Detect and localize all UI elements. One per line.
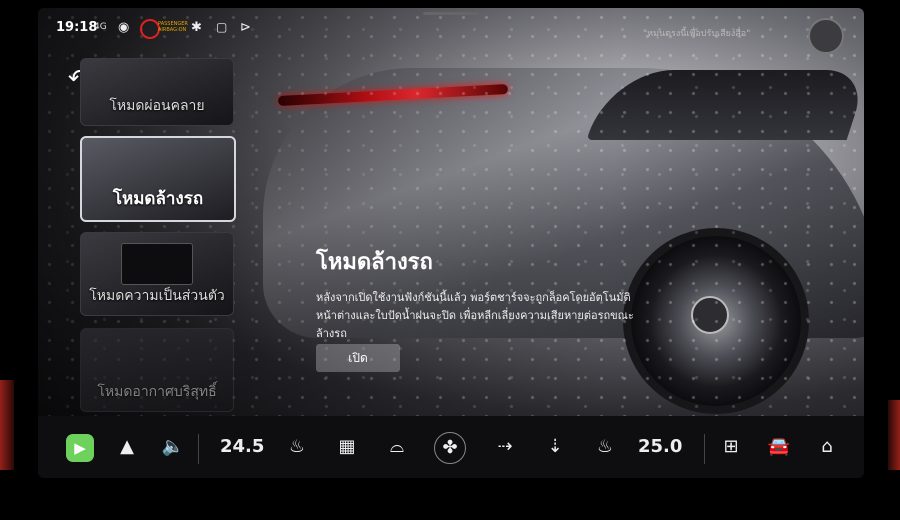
screen-cast-icon[interactable]: ▢ — [216, 20, 227, 34]
play-circle-icon[interactable]: ⊳ — [240, 20, 251, 35]
status-bar: 19:18 4G ◉ PASSENGER AIRBAG ON ✱ ▢ ⊳ "หม… — [38, 8, 864, 54]
climate-dock: ▶ ▲ 🔈 24.5 ♨ ▦ ⌓ ✤ ⇢ ⇣ ♨ 25.0 ⊞ 🚘 ⌂ — [38, 416, 864, 478]
mode-card-label: โหมดอากาศบริสุทธิ์ — [97, 384, 217, 400]
mode-card-relax[interactable]: โหมดผ่อนคลาย — [80, 58, 234, 126]
bluetooth-icon[interactable]: ✱ — [191, 20, 202, 35]
defrost-front-icon[interactable]: ⌓ — [384, 434, 410, 460]
temperature-right[interactable]: 25.0 — [638, 434, 682, 460]
mode-card-label: โหมดผ่อนคลาย — [109, 98, 205, 114]
temperature-left[interactable]: 24.5 — [220, 434, 264, 460]
mode-card-label: โหมดล้างรถ — [112, 189, 204, 209]
airflow-feet-icon[interactable]: ⇣ — [542, 434, 568, 460]
mode-detail-panel: โหมดล้างรถ หลังจากเปิดใช้งานฟังก์ชันนี้แ… — [316, 244, 646, 343]
mode-card-privacy[interactable]: โหมดความเป็นส่วนตัว — [80, 232, 234, 316]
passenger-airbag-indicator: PASSENGER AIRBAG ON — [140, 19, 188, 39]
infotainment-screen: 19:18 4G ◉ PASSENGER AIRBAG ON ✱ ▢ ⊳ "หม… — [38, 8, 864, 478]
carplay-icon[interactable]: ▶ — [66, 434, 94, 462]
airbag-indicator-text: PASSENGER AIRBAG ON — [158, 21, 188, 33]
mode-detail-title: โหมดล้างรถ — [316, 250, 433, 275]
camera-icon[interactable]: ◉ — [118, 20, 129, 35]
bezel-ambient-light-left — [0, 380, 14, 470]
airbag-warning-icon — [140, 19, 160, 39]
defrost-rear-icon[interactable]: ▦ — [334, 434, 360, 460]
clock: 19:18 — [56, 20, 98, 35]
mode-card-label: โหมดความเป็นส่วนตัว — [89, 288, 225, 304]
apps-grid-icon[interactable]: ⊞ — [718, 434, 744, 460]
mode-card-fresh-air[interactable]: โหมดอากาศบริสุทธิ์ — [80, 328, 234, 412]
seat-heat-right-icon[interactable]: ♨ — [592, 434, 618, 460]
pull-down-handle[interactable] — [423, 12, 479, 15]
seat-heat-icon[interactable]: ♨ — [284, 434, 310, 460]
user-profile-avatar[interactable] — [808, 18, 844, 54]
enable-car-wash-button[interactable]: เปิด — [316, 344, 400, 372]
dock-divider — [198, 434, 199, 464]
home-icon[interactable]: ⌂ — [814, 434, 840, 460]
mode-detail-description: หลังจากเปิดใช้งานฟังก์ชันนี้แล้ว พอร์ตชา… — [316, 291, 634, 340]
volume-icon[interactable]: 🔈 — [158, 434, 188, 460]
android-auto-icon[interactable]: ▲ — [114, 434, 140, 460]
airflow-face-icon[interactable]: ⇢ — [492, 434, 518, 460]
privacy-thumbnail-screen — [121, 243, 193, 285]
signal-indicator: 4G — [94, 22, 107, 32]
mode-card-car-wash[interactable]: โหมดล้างรถ — [80, 136, 236, 222]
dock-divider — [704, 434, 705, 464]
fan-icon[interactable]: ✤ — [434, 432, 466, 464]
bezel-ambient-light-right — [888, 400, 900, 470]
volume-knob-hint: "หมุนตรงนี้เพื่อปรับเสียงสื่อ" — [643, 29, 751, 39]
car-icon[interactable]: 🚘 — [764, 434, 794, 460]
